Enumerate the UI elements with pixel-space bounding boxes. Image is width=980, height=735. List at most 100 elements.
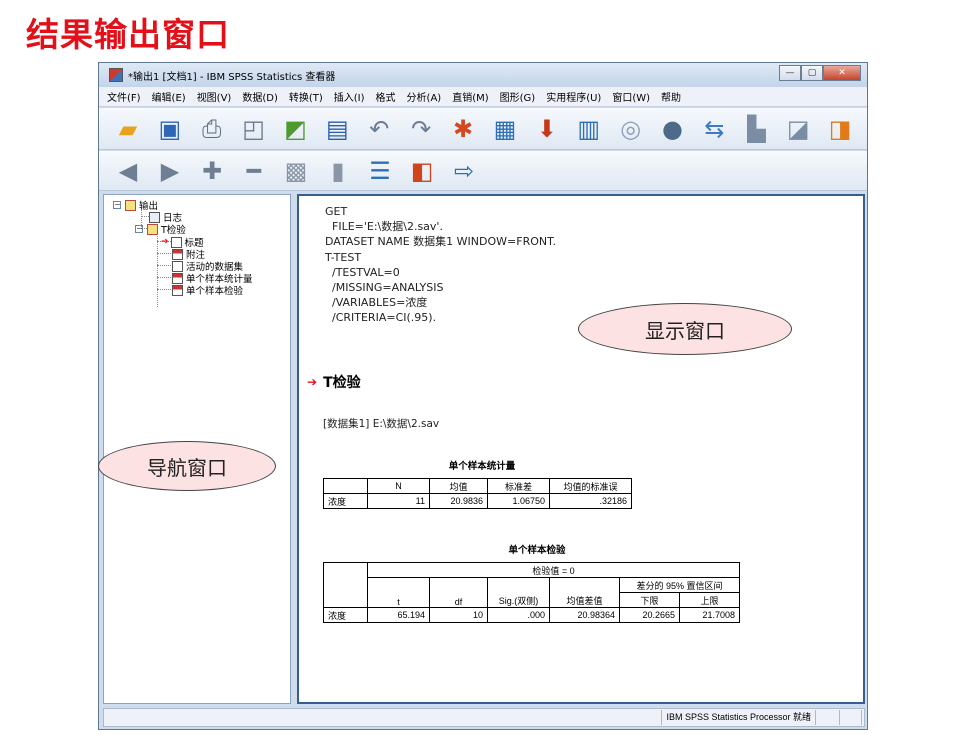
insert-text-icon[interactable]: ⇨ (449, 156, 479, 186)
test-value-header: 检验值 = 0 (367, 562, 740, 578)
menu-window[interactable]: 窗口(W) (612, 89, 650, 104)
table-row-label: 浓度 (323, 607, 368, 623)
print-icon[interactable]: ⎙ (197, 114, 227, 144)
menu-transform[interactable]: 转换(T) (289, 89, 323, 104)
maximize-button[interactable]: ▢ (801, 65, 823, 81)
menu-format[interactable]: 格式 (376, 89, 396, 104)
syntax-log: GET FILE='E:\数据\2.sav'. DATASET NAME 数据集… (325, 204, 556, 326)
table-cell: 65.194 (367, 607, 430, 623)
collapse-icon[interactable]: ━ (239, 156, 269, 186)
menu-utilities[interactable]: 实用程序(U) (546, 89, 601, 104)
table-header-cell: 标准差 (487, 478, 550, 494)
status-bar: IBM SPSS Statistics Processor 就绪 (103, 708, 865, 727)
menu-insert[interactable]: 插入(I) (334, 89, 365, 104)
table-header-cell: 均值的标准误 (549, 478, 632, 494)
back-icon[interactable]: ◀ (113, 156, 143, 186)
table-header-cell (323, 562, 368, 608)
menu-bar: 文件(F) 编辑(E) 视图(V) 数据(D) 转换(T) 插入(I) 格式 分… (99, 87, 867, 107)
spss-app-icon (109, 68, 123, 82)
page-icon (172, 260, 183, 272)
collapse-toggle-icon[interactable]: − (135, 225, 143, 233)
dataset-line: [数据集1] E:\数据\2.sav (323, 418, 440, 430)
syntax-line: FILE='E:\数据\2.sav'. (325, 220, 443, 234)
show-all-variables-icon[interactable]: ● (658, 114, 688, 144)
syntax-line: GET (325, 205, 348, 218)
menu-file[interactable]: 文件(F) (107, 89, 141, 104)
navigator-window-callout: 导航窗口 (98, 441, 276, 491)
tree-label-one-sample-test: 单个样本检验 (186, 286, 244, 297)
menu-direct-marketing[interactable]: 直销(M) (452, 89, 488, 104)
notes-table-icon (172, 248, 183, 260)
table-icon (172, 284, 183, 296)
menu-help[interactable]: 帮助 (661, 89, 681, 104)
section-title: T检验 (323, 375, 361, 391)
recall-dialog-icon[interactable]: ▤ (322, 114, 352, 144)
spss-viewer-window: *输出1 [文档1] - IBM SPSS Statistics 查看器 — ▢… (98, 62, 868, 730)
table-row-label: 浓度 (323, 493, 368, 509)
undo-icon[interactable]: ↶ (364, 114, 394, 144)
use-sets-icon[interactable]: ◎ (616, 114, 646, 144)
tree-node-one-sample-test[interactable]: 单个样本检验 (172, 283, 243, 297)
table-cell: 1.06750 (487, 493, 550, 509)
export-icon[interactable]: ◩ (281, 114, 311, 144)
table-cell: 20.2665 (619, 607, 680, 623)
status-cell (820, 710, 840, 725)
designate-window-icon[interactable]: ▙ (741, 114, 771, 144)
title-page-icon (170, 236, 182, 248)
main-toolbar: ▰ ▣ ⎙ ◰ ◩ ▤ ↶ ↷ ✱ ▦ ⬇ ▥ ◎ ● ⇆ ▙ ◪ ◨ (99, 108, 867, 150)
tree-node-ttest[interactable]: − T检验 (135, 222, 186, 236)
table-header-cell: N (367, 478, 430, 494)
goto-variable-icon[interactable]: ⬇ (532, 114, 562, 144)
menu-analyze[interactable]: 分析(A) (407, 89, 442, 104)
hide-icon[interactable]: ▮ (323, 156, 353, 186)
insert-heading-icon[interactable]: ☰ (365, 156, 395, 186)
menu-data[interactable]: 数据(D) (242, 89, 278, 104)
minimize-button[interactable]: — (779, 65, 801, 81)
expand-icon[interactable]: ✚ (197, 156, 227, 186)
redo-icon[interactable]: ↷ (406, 114, 436, 144)
content-pane[interactable]: GET FILE='E:\数据\2.sav'. DATASET NAME 数据集… (297, 194, 865, 704)
outline-toolbar: ◀ ▶ ✚ ━ ▩ ▮ ☰ ◧ ⇨ (99, 151, 867, 191)
current-item-arrow-icon: ➔ (161, 237, 169, 247)
insert-title-icon[interactable]: ◧ (407, 156, 437, 186)
output-book-icon (125, 199, 136, 211)
goto-data-icon[interactable]: ✱ (448, 114, 478, 144)
title-bar[interactable]: *输出1 [文档1] - IBM SPSS Statistics 查看器 — ▢… (99, 63, 867, 87)
table-icon (172, 272, 183, 284)
goto-case-icon[interactable]: ▦ (490, 114, 520, 144)
one-sample-test-table[interactable]: 检验值 = 0 t df Sig.(双侧) 均值差值 差分的 95% 置信区间 … (323, 562, 740, 623)
table-header-cell: 均值 (429, 478, 488, 494)
log-icon (149, 211, 160, 223)
variables-icon[interactable]: ▥ (574, 114, 604, 144)
save-icon[interactable]: ▣ (155, 114, 185, 144)
table-cell: 11 (367, 493, 430, 509)
script-icon[interactable]: ◪ (783, 114, 813, 144)
procedure-book-icon (147, 223, 158, 235)
table-header-cell: 上限 (679, 592, 740, 608)
open-folder-icon[interactable]: ▰ (113, 114, 143, 144)
forward-icon[interactable]: ▶ (155, 156, 185, 186)
menu-edit[interactable]: 编辑(E) (152, 89, 186, 104)
processor-status: IBM SPSS Statistics Processor 就绪 (661, 710, 816, 725)
section-heading: ➔ T检验 (307, 372, 361, 392)
table-cell: 21.7008 (679, 607, 740, 623)
slide-title: 结果输出窗口 (26, 15, 230, 54)
table-header-cell (323, 478, 368, 494)
menu-graphs[interactable]: 图形(G) (500, 89, 536, 104)
table-cell: 10 (429, 607, 488, 623)
spelling-icon[interactable]: ⇆ (699, 114, 729, 144)
table-header-cell: 均值差值 (549, 577, 620, 608)
close-button[interactable]: ✕ (823, 65, 861, 81)
status-cell (842, 710, 862, 725)
menu-view[interactable]: 视图(V) (197, 89, 232, 104)
output-icon[interactable]: ◨ (825, 114, 855, 144)
table-cell: 20.98364 (549, 607, 620, 623)
ci-header: 差分的 95% 置信区间 (619, 577, 740, 593)
collapse-toggle-icon[interactable]: − (113, 201, 121, 209)
print-preview-icon[interactable]: ◰ (239, 114, 269, 144)
one-sample-stats-table[interactable]: N 均值 标准差 均值的标准误 浓度 11 20.9836 1.06750 .3… (323, 478, 632, 509)
table-header-cell: df (429, 577, 488, 608)
table-header-cell: 下限 (619, 592, 680, 608)
table-cell: .32186 (549, 493, 632, 509)
show-icon[interactable]: ▩ (281, 156, 311, 186)
